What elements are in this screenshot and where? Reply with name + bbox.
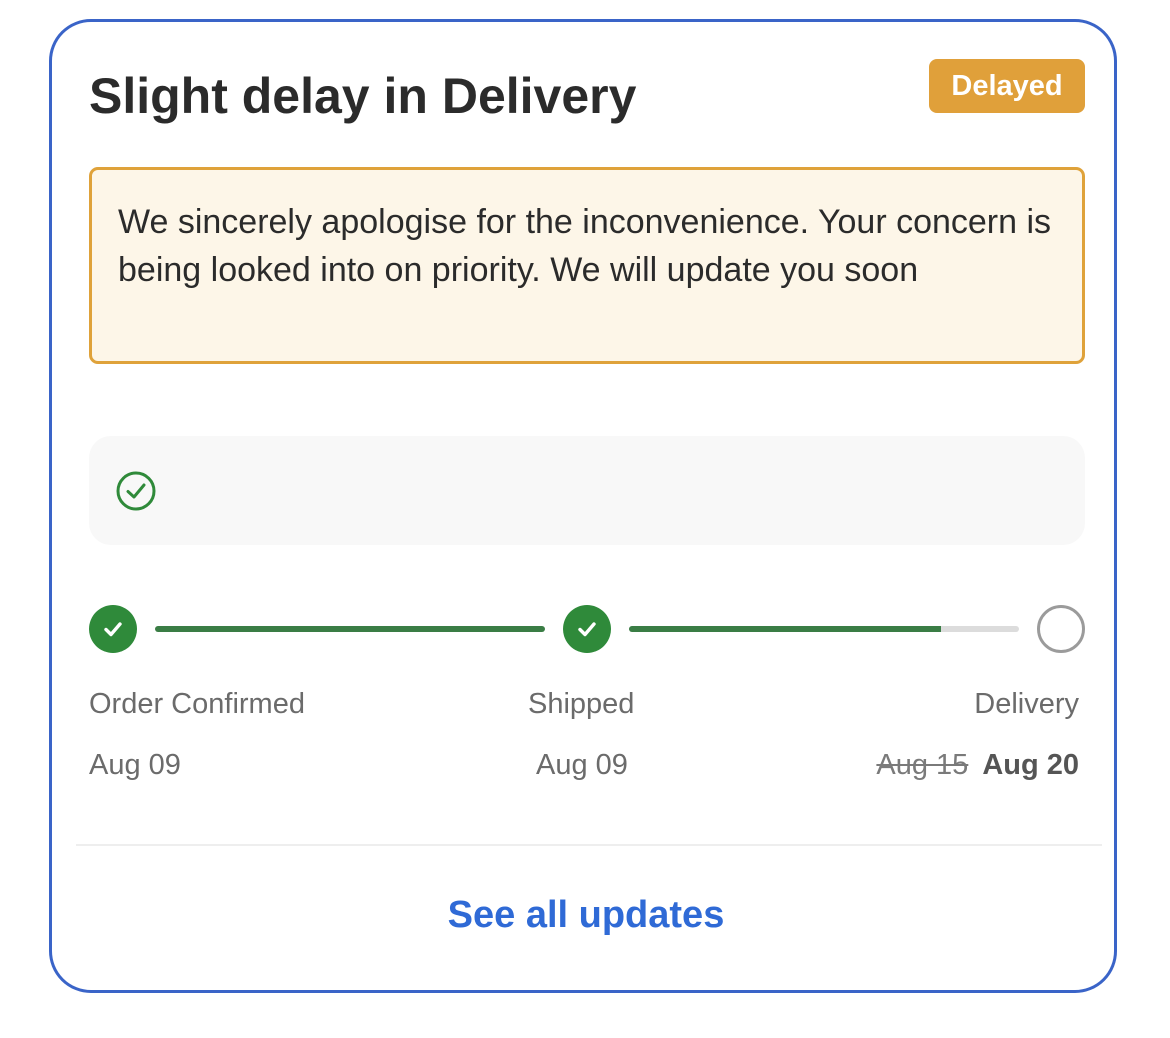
see-all-updates-link[interactable]: See all updates: [52, 894, 1120, 937]
step-node-shipped: [563, 605, 611, 653]
step-label-shipped: Shipped: [528, 688, 635, 720]
footer-divider: [76, 844, 1102, 846]
revised-delivery-date: Aug 20: [982, 749, 1079, 781]
check-circle-icon: [116, 471, 156, 511]
step-label-order-confirmed: Order Confirmed: [89, 688, 305, 720]
delivery-status-card: Slight delay in Delivery Delayed We sinc…: [49, 19, 1117, 993]
card-title: Slight delay in Delivery: [89, 68, 637, 124]
step-date-order-confirmed: Aug 09: [89, 749, 181, 781]
apology-notice: We sincerely apologise for the inconveni…: [89, 167, 1085, 364]
progress-segment-2: [629, 626, 1019, 632]
step-label-delivery: Delivery: [974, 688, 1079, 720]
checkmark-icon: [578, 622, 596, 637]
progress-segment-1: [155, 626, 545, 632]
original-delivery-date: Aug 15: [876, 749, 969, 781]
step-date-delivery: Aug 15 Aug 20: [876, 749, 1079, 782]
progress-segment-2-fill: [629, 626, 941, 632]
progress-tracker: [52, 602, 1120, 662]
delayed-status-badge: Delayed: [929, 59, 1085, 113]
step-date-shipped: Aug 09: [536, 749, 628, 781]
checkmark-icon: [104, 622, 122, 637]
progress-segment-1-fill: [155, 626, 545, 632]
step-node-order-confirmed: [89, 605, 137, 653]
step-node-delivery: [1037, 605, 1085, 653]
status-update-box: [89, 436, 1085, 545]
